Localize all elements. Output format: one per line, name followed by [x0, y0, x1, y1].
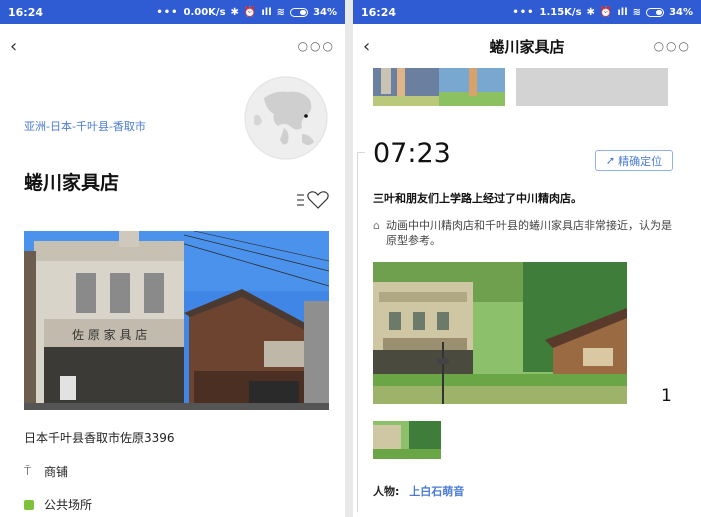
bluetooth-icon: ✱ [230, 6, 239, 18]
poi-address[interactable]: 日本千叶县香取市佐原3396 [24, 429, 175, 446]
wifi-icon: ≋ [632, 6, 642, 18]
character-label: 人物: [373, 485, 400, 498]
more-options-icon[interactable]: ○○○ [298, 39, 335, 53]
precise-locate-label: 精确定位 [618, 154, 663, 168]
fork-icon: ⍑ [24, 464, 32, 478]
image-counter: 1 [661, 386, 672, 406]
status-dots-icon: ••• [512, 6, 535, 18]
character-row: 人物: 上白石萌音 [373, 483, 464, 499]
category-shop: ⍑ 商铺 [24, 463, 68, 480]
status-time: 16:24 [361, 5, 397, 19]
top-nav-bar: ‹ 蜷川家具店 ○○○ [353, 24, 701, 68]
scene-note-text: 动画中中川精肉店和千叶县的蜷川家具店非常接近，认为是原型参考。 [385, 219, 672, 247]
network-speed: 1.15K/s [539, 6, 582, 18]
status-bar: 16:24 ••• 0.00K/s ✱ ⏰ ıll ≋ 34% [0, 0, 345, 24]
scene-note: ⌂ 动画中中川精肉店和千叶县的蜷川家具店非常接近，认为是原型参考。 [373, 218, 678, 248]
poi-title: 蜷川家具店 [24, 172, 120, 194]
anime-scene-image[interactable] [373, 262, 627, 404]
more-options-icon[interactable]: ○○○ [654, 39, 691, 53]
battery-percent: 34% [669, 6, 693, 18]
signal-icon: ıll [261, 6, 272, 18]
scene-thumbnail[interactable] [373, 421, 441, 459]
top-nav-bar: ‹ ○○○ [0, 24, 345, 68]
back-arrow-icon[interactable]: ‹ [363, 36, 383, 57]
favorite-list-icon[interactable] [296, 190, 330, 210]
wifi-icon: ≋ [276, 6, 286, 18]
back-arrow-icon[interactable]: ‹ [10, 36, 30, 57]
poi-detail-screen: 16:24 ••• 0.00K/s ✱ ⏰ ıll ≋ 34% ‹ ○○○ 亚洲… [0, 0, 345, 517]
character-name-link[interactable]: 上白石萌音 [409, 485, 464, 498]
precise-locate-button[interactable]: ➚ 精确定位 [595, 150, 673, 171]
scene-timestamp: 07:23 [373, 138, 451, 169]
status-bar: 16:24 ••• 1.15K/s ✱ ⏰ ıll ≋ 34% [353, 0, 701, 24]
scene-detail-screen: 16:24 ••• 1.15K/s ✱ ⏰ ıll ≋ 34% ‹ 蜷川家具店 … [353, 0, 701, 517]
tag-icon: ⌂ [373, 219, 380, 232]
timeline-tick [357, 152, 365, 153]
status-dots-icon: ••• [156, 6, 179, 18]
category-label: 公共场所 [44, 498, 93, 512]
green-square-icon [24, 499, 34, 510]
category-public-place: 公共场所 [24, 496, 92, 513]
timeline-line [357, 152, 358, 512]
anime-scene-thumbnail[interactable] [373, 68, 505, 106]
shop-sign-text: 佐 原 家 具 店 [72, 327, 147, 342]
poi-photo[interactable]: 佐 原 家 具 店 [24, 231, 329, 410]
globe-map-icon [244, 76, 328, 160]
placeholder-thumbnail[interactable] [516, 68, 668, 106]
bluetooth-icon: ✱ [586, 6, 595, 18]
scene-title: 三叶和朋友们上学路上经过了中川精肉店。 [373, 192, 582, 205]
network-speed: 0.00K/s [183, 6, 226, 18]
battery-icon [290, 7, 309, 17]
signal-icon: ıll [617, 6, 628, 18]
category-label: 商铺 [44, 465, 69, 479]
battery-percent: 34% [313, 6, 337, 18]
alarm-icon: ⏰ [243, 6, 257, 18]
location-breadcrumb[interactable]: 亚洲-日本-千叶县-香取市 [24, 118, 146, 134]
cursor-icon: ➚ [605, 154, 616, 167]
battery-icon [646, 7, 665, 17]
page-title: 蜷川家具店 [489, 37, 565, 56]
status-time: 16:24 [8, 5, 44, 19]
alarm-icon: ⏰ [599, 6, 613, 18]
